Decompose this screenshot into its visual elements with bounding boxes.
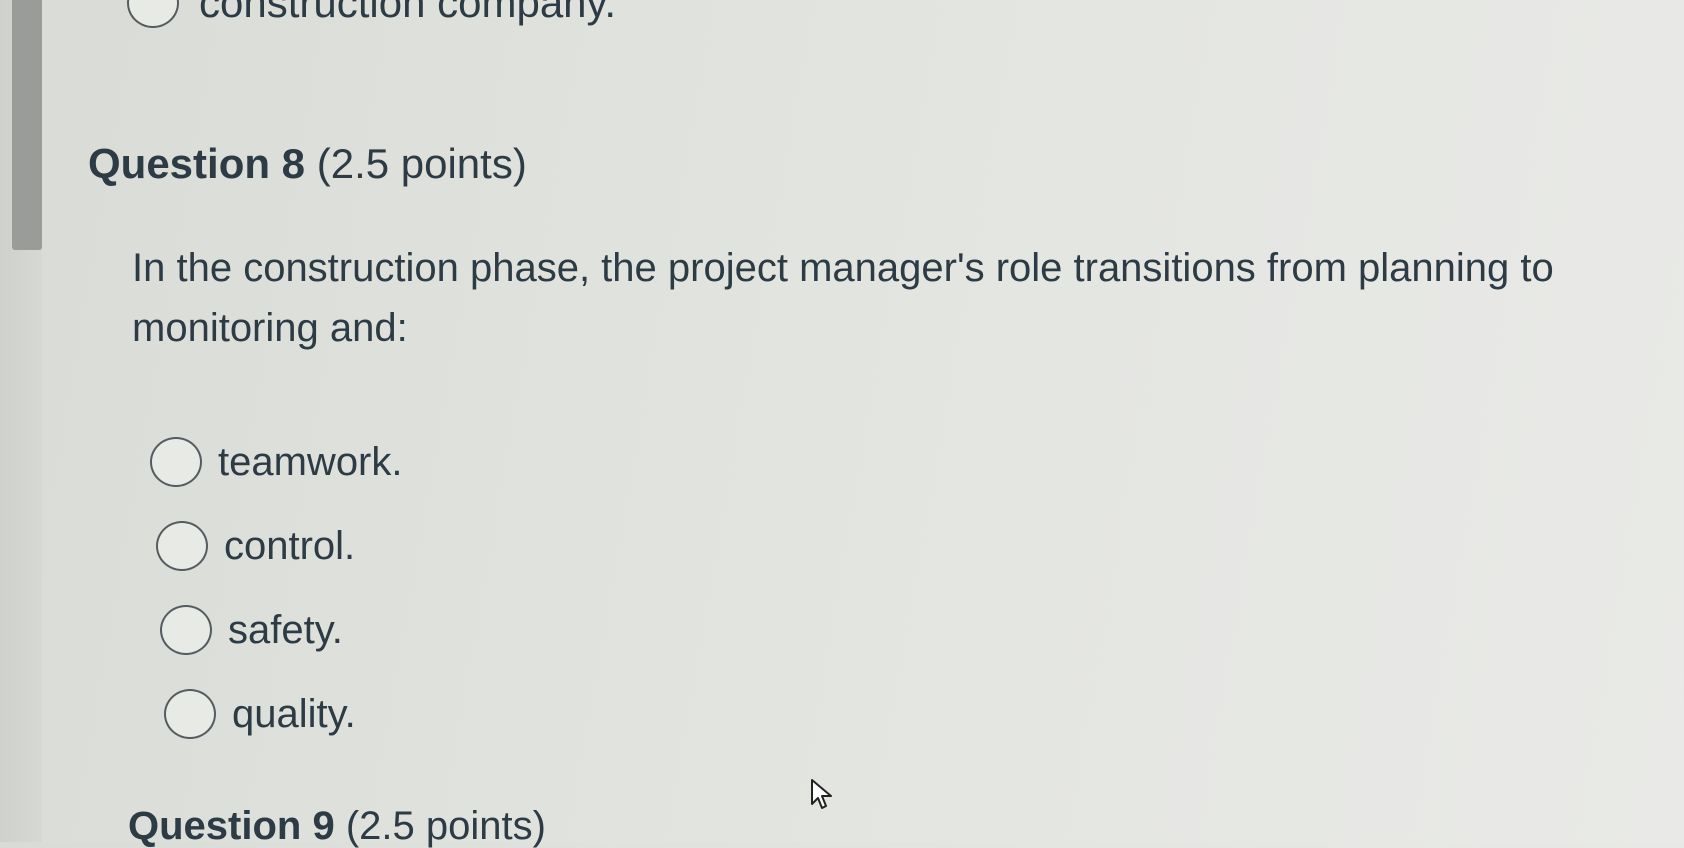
radio-unchecked-icon[interactable] <box>156 521 208 571</box>
answer-option[interactable]: teamwork. <box>150 420 403 504</box>
question-text: In the construction phase, the project m… <box>132 246 1554 350</box>
option-label: control. <box>224 524 356 568</box>
question-points: (2.5 points) <box>345 804 546 848</box>
scroll-thumb[interactable] <box>12 0 42 250</box>
option-label: teamwork. <box>218 440 403 484</box>
question-title: Question 8 (2.5 points) <box>88 140 527 188</box>
next-question-title: Question 9 (2.5 points) <box>128 806 546 846</box>
answer-options: teamwork. control. safety. quality. <box>150 420 403 756</box>
answer-option[interactable]: quality. <box>150 672 403 756</box>
radio-unchecked-icon[interactable] <box>164 689 216 739</box>
option-label: quality. <box>232 692 356 736</box>
question-points: (2.5 points) <box>316 140 527 187</box>
option-label: safety. <box>228 608 343 652</box>
radio-unchecked-icon[interactable] <box>127 0 179 28</box>
question-number: Question 9 <box>128 804 335 848</box>
option-label: construction company. <box>199 0 617 26</box>
scroll-track[interactable] <box>0 0 42 842</box>
answer-option[interactable]: safety. <box>150 588 403 672</box>
mouse-pointer-icon <box>811 779 832 809</box>
previous-answer-option[interactable]: construction company. <box>127 0 616 28</box>
answer-option[interactable]: control. <box>150 504 403 588</box>
radio-unchecked-icon[interactable] <box>150 437 202 487</box>
question-number: Question 8 <box>88 140 306 187</box>
radio-unchecked-icon[interactable] <box>160 605 212 655</box>
